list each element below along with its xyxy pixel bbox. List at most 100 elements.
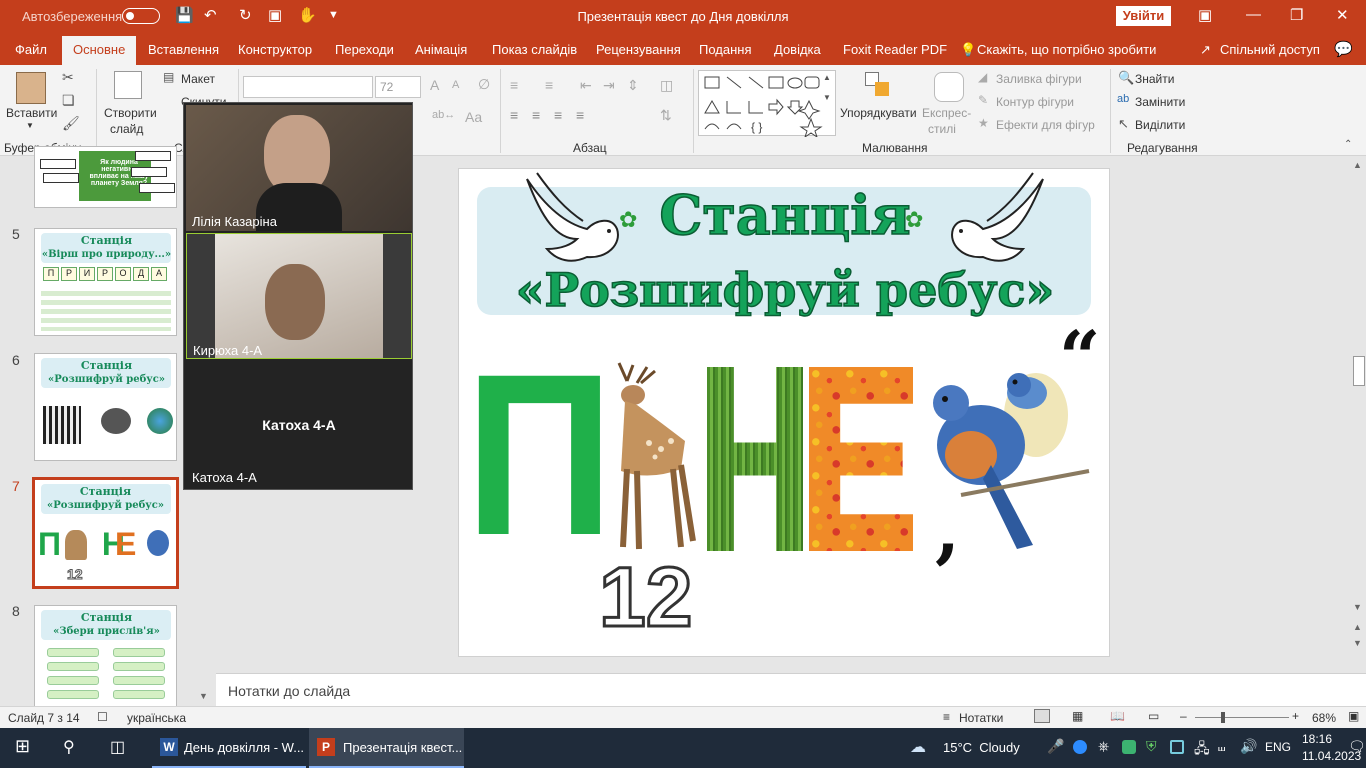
- new-slide-button[interactable]: Створити: [104, 106, 157, 120]
- fit-slide-icon[interactable]: ▣: [1348, 709, 1359, 723]
- slide-thumb-7[interactable]: Станція «Розшифруй ребус» П Н Е 12: [32, 477, 179, 589]
- slide-title-station[interactable]: Станція: [459, 182, 1109, 248]
- slide-scroll-up-icon[interactable]: ▲: [1353, 160, 1362, 170]
- zoom-out-icon[interactable]: –: [1180, 709, 1187, 723]
- normal-view-icon[interactable]: [1034, 709, 1050, 723]
- weather-text[interactable]: 15°C Cloudy: [943, 740, 1020, 755]
- scroll-down-icon[interactable]: ▼: [199, 691, 208, 701]
- slide-title-rebus[interactable]: «Розшифруй ребус»: [459, 262, 1109, 318]
- shape-outline-icon[interactable]: ✎: [978, 93, 988, 107]
- find-button[interactable]: Знайти: [1135, 72, 1174, 86]
- slideshow-view-icon[interactable]: ▭: [1148, 709, 1159, 723]
- align-left-icon[interactable]: ≡: [510, 107, 518, 123]
- quick-styles-button[interactable]: Експрес-: [922, 106, 971, 120]
- rebus-letter-n[interactable]: [707, 367, 803, 551]
- collapse-ribbon-icon[interactable]: ⌃: [1344, 139, 1352, 150]
- new-slide-button-line2[interactable]: слайд: [110, 122, 143, 136]
- arrange-icon[interactable]: [865, 72, 891, 96]
- numbering-icon[interactable]: ≡: [545, 77, 553, 93]
- video-tile-1[interactable]: Лілія Казаріна: [186, 105, 412, 231]
- tab-file[interactable]: Файл: [15, 42, 47, 57]
- grow-font-icon[interactable]: A: [430, 77, 439, 93]
- wifi-icon[interactable]: ⧢: [1218, 738, 1225, 755]
- zoom-level[interactable]: 68%: [1312, 711, 1336, 725]
- decrease-indent-icon[interactable]: ⇤: [580, 77, 592, 94]
- tray-app-icon[interactable]: [1122, 740, 1136, 754]
- arrange-button[interactable]: Упорядкувати: [840, 106, 917, 120]
- clear-format-icon[interactable]: ∅: [478, 76, 490, 93]
- zoom-slider-thumb[interactable]: [1221, 712, 1225, 723]
- copy-icon[interactable]: ❏: [62, 92, 75, 109]
- font-family-combo[interactable]: [243, 76, 373, 98]
- tray-usb-icon[interactable]: ⎈: [1098, 738, 1109, 755]
- columns-icon[interactable]: ◫: [660, 77, 673, 94]
- slide-scroll-thumb[interactable]: [1353, 356, 1365, 386]
- zoom-in-icon[interactable]: +: [1292, 709, 1299, 723]
- paste-button[interactable]: Вставити: [6, 106, 57, 120]
- format-painter-icon[interactable]: 🖌: [62, 115, 80, 132]
- tab-animations[interactable]: Анімація: [415, 42, 467, 57]
- layout-button[interactable]: Макет: [181, 72, 215, 86]
- notes-toggle-button[interactable]: Нотатки: [959, 711, 1003, 725]
- share-icon[interactable]: ↗: [1200, 42, 1211, 58]
- tell-me-search[interactable]: Скажіть, що потрібно зробити: [977, 42, 1156, 57]
- align-center-icon[interactable]: ≡: [532, 107, 540, 123]
- close-icon[interactable]: ✕: [1336, 6, 1349, 24]
- shape-effects-icon[interactable]: ★: [978, 116, 989, 130]
- font-size-combo[interactable]: 72: [375, 76, 421, 98]
- accessibility-icon[interactable]: ☐: [97, 710, 108, 724]
- zoom-tray-icon[interactable]: [1073, 740, 1087, 754]
- volume-icon[interactable]: 🔊: [1240, 738, 1257, 755]
- tell-me-icon[interactable]: 💡: [960, 42, 976, 58]
- tab-view[interactable]: Подання: [699, 42, 752, 57]
- shape-effects-button[interactable]: Ефекти для фігур: [996, 118, 1095, 132]
- microphone-icon[interactable]: 🎤: [1047, 738, 1064, 755]
- shape-fill-button[interactable]: Заливка фігури: [996, 72, 1082, 86]
- shape-fill-icon[interactable]: ◢: [978, 70, 987, 84]
- taskbar-powerpoint-app[interactable]: P Презентація квест...: [309, 728, 464, 768]
- previous-slide-icon[interactable]: ▲: [1353, 622, 1362, 632]
- notes-pane[interactable]: Нотатки до слайда: [216, 673, 1366, 706]
- tab-review[interactable]: Рецензування: [596, 42, 681, 57]
- zoom-video-panel[interactable]: Лілія Казаріна Кирюха 4-А Катоха 4-А Кат…: [183, 102, 413, 490]
- quick-styles-button-line2[interactable]: стилі: [928, 122, 956, 136]
- replace-button[interactable]: Замінити: [1135, 95, 1185, 109]
- search-icon[interactable]: ⚲: [63, 737, 75, 757]
- weather-cloud-icon[interactable]: ☁: [910, 737, 926, 757]
- gallery-up-icon[interactable]: ▲: [823, 73, 831, 82]
- quick-styles-icon[interactable]: [934, 72, 964, 102]
- replace-icon[interactable]: ab: [1117, 93, 1129, 105]
- minimize-icon[interactable]: —: [1246, 6, 1261, 23]
- tab-foxit[interactable]: Foxit Reader PDF: [843, 42, 947, 57]
- zoom-slider[interactable]: [1195, 717, 1289, 718]
- tab-home[interactable]: Основне: [62, 36, 137, 65]
- task-view-icon[interactable]: ◫: [110, 737, 125, 757]
- gallery-down-icon[interactable]: ▼: [823, 93, 831, 102]
- layout-icon[interactable]: ▤: [163, 70, 174, 84]
- slide-thumb-4[interactable]: Як людина негативно впливає на нашу план…: [34, 146, 177, 208]
- notes-placeholder[interactable]: Нотатки до слайда: [228, 683, 350, 699]
- slide-thumb-8[interactable]: Станція «Збери прислів'я»: [34, 605, 177, 713]
- signin-button[interactable]: Увійти: [1116, 6, 1171, 26]
- tab-transitions[interactable]: Переходи: [335, 42, 394, 57]
- paste-icon[interactable]: [16, 72, 46, 104]
- paste-dropdown-icon[interactable]: ▼: [26, 121, 34, 130]
- text-direction-icon[interactable]: ⇅: [660, 107, 672, 124]
- line-spacing-icon[interactable]: ⇕: [627, 77, 639, 94]
- select-button[interactable]: Виділити: [1135, 118, 1185, 132]
- slide-scroll-down-icon[interactable]: ▼: [1353, 602, 1362, 612]
- shapes-gallery[interactable]: { }: [698, 70, 836, 139]
- cut-icon[interactable]: ✂: [62, 69, 74, 86]
- change-case-icon[interactable]: Aa: [465, 109, 482, 125]
- ribbon-display-icon[interactable]: ▣: [1198, 6, 1212, 24]
- next-slide-icon[interactable]: ▼: [1353, 638, 1362, 648]
- video-tile-2[interactable]: Кирюха 4-А: [186, 233, 412, 359]
- bullets-icon[interactable]: ≡: [510, 77, 518, 93]
- find-icon[interactable]: 🔍: [1118, 70, 1134, 86]
- share-button[interactable]: Спільний доступ: [1220, 42, 1320, 57]
- comments-icon[interactable]: 💬: [1334, 40, 1353, 58]
- tab-slideshow[interactable]: Показ слайдів: [492, 42, 577, 57]
- birds-image[interactable]: [921, 355, 1093, 555]
- tab-help[interactable]: Довідка: [774, 42, 821, 57]
- char-spacing-icon[interactable]: ab↔: [432, 109, 455, 121]
